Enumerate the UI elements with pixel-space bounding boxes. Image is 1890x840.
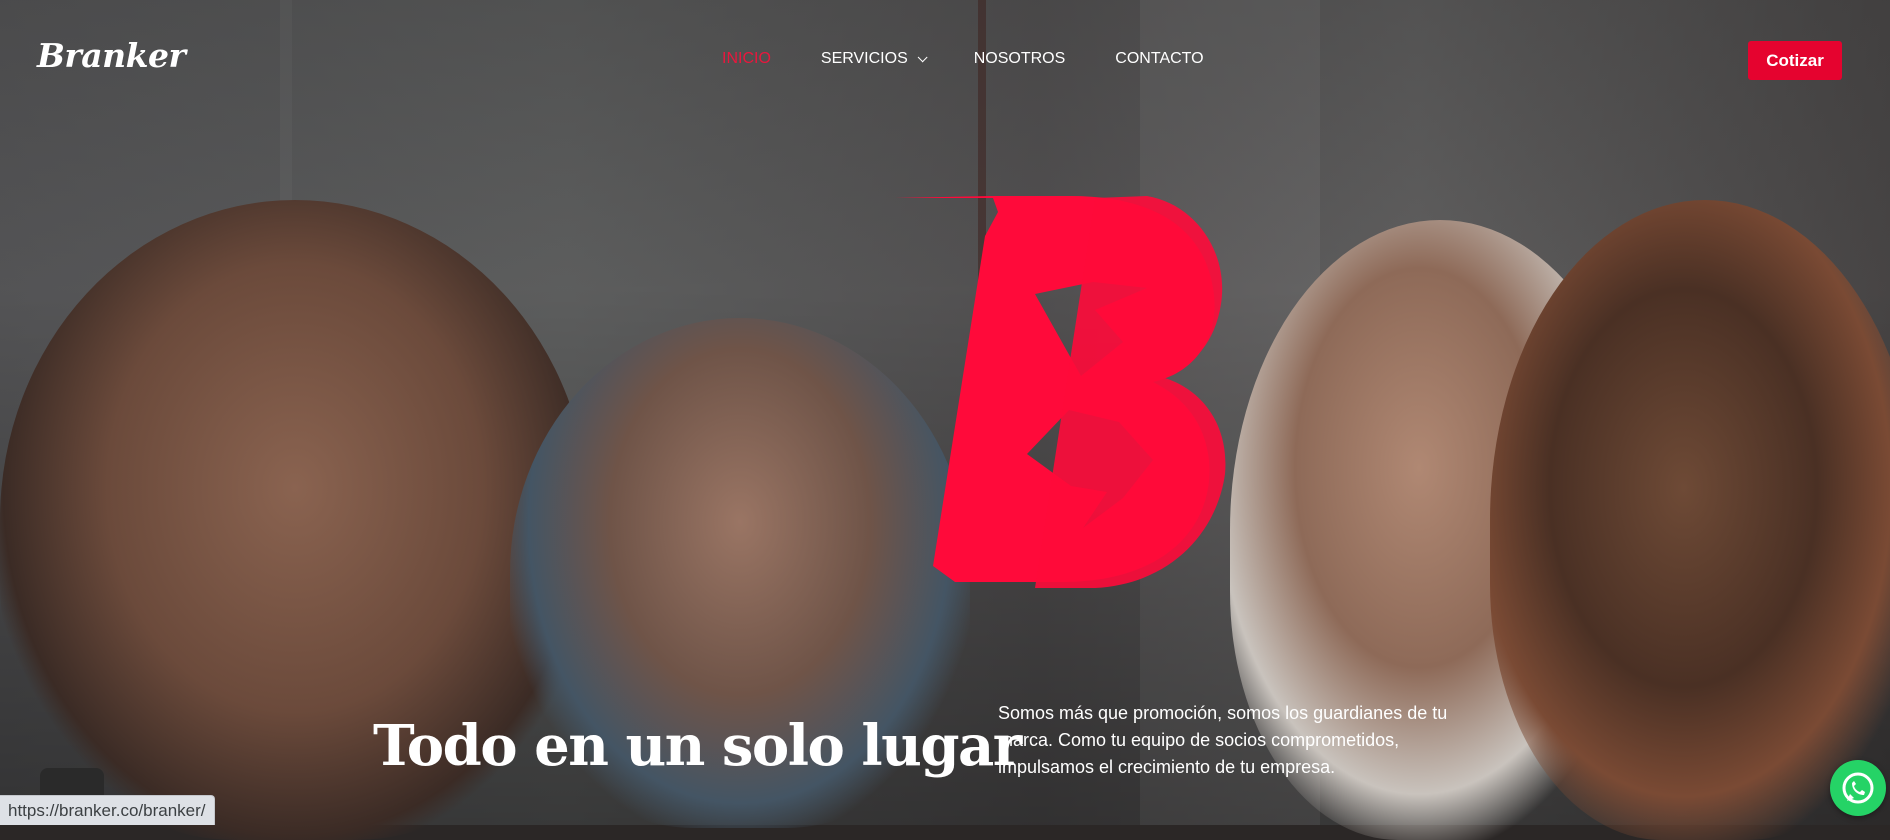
- person-man-beard: [1490, 200, 1890, 840]
- dark-tab: [40, 768, 104, 796]
- nav-item-label: CONTACTO: [1115, 50, 1204, 67]
- site-header: Branker INICIO SERVICIOS NOSOTROS CONTAC…: [0, 0, 1890, 120]
- whatsapp-icon: [1842, 772, 1874, 804]
- nav-item-contacto[interactable]: CONTACTO: [1115, 50, 1203, 68]
- nav-item-label: INICIO: [722, 50, 771, 67]
- brand-monogram-logo: [895, 196, 1226, 588]
- nav-item-label: NOSOTROS: [973, 50, 1066, 67]
- main-nav: INICIO SERVICIOS NOSOTROS CONTACTO: [722, 50, 1254, 68]
- brand-logo[interactable]: Branker: [37, 36, 186, 75]
- nav-item-nosotros[interactable]: NOSOTROS: [974, 50, 1066, 68]
- hero-tagline: Somos más que promoción, somos los guard…: [998, 703, 1448, 777]
- nav-item-inicio[interactable]: INICIO: [722, 50, 771, 68]
- chevron-down-icon: [917, 51, 928, 62]
- whatsapp-button[interactable]: [1830, 760, 1886, 816]
- nav-item-label: SERVICIOS: [820, 50, 908, 67]
- hero-headline: Todo en un solo lugar: [373, 712, 1022, 779]
- status-bar-url: https://branker.co/branker/: [0, 795, 215, 825]
- cotizar-button[interactable]: Cotizar: [1748, 41, 1842, 80]
- nav-item-servicios[interactable]: SERVICIOS: [820, 50, 928, 68]
